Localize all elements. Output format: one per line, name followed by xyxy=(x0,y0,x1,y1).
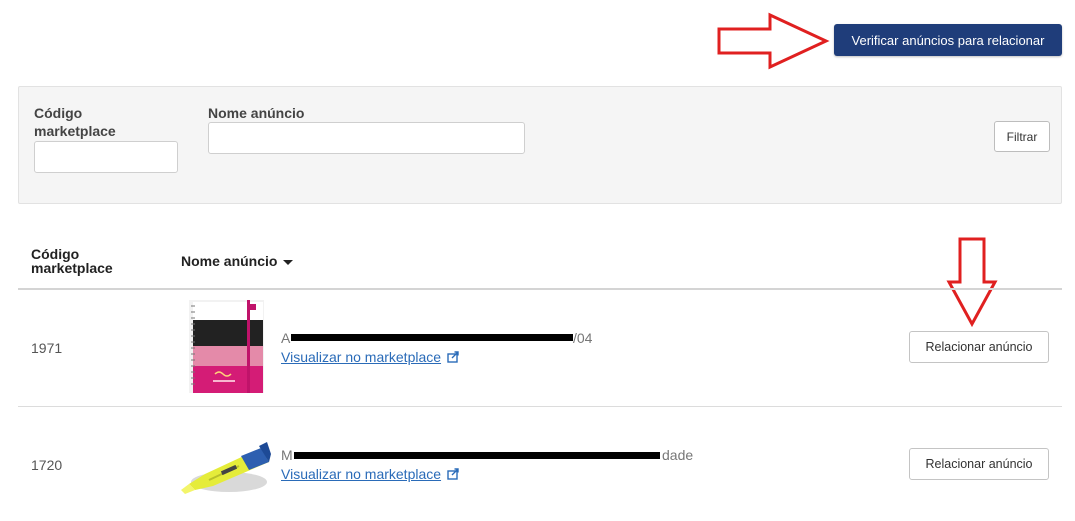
ad-title-start: A xyxy=(281,330,291,346)
notebook-thumbnail xyxy=(189,300,264,393)
code-filter-input[interactable] xyxy=(34,141,178,173)
sort-caret-icon xyxy=(283,259,294,265)
table-header-divider xyxy=(18,288,1062,290)
name-filter-label: Nome anúncio xyxy=(208,105,305,121)
row-code: 1720 xyxy=(31,457,63,473)
view-on-marketplace-label: Visualizar no marketplace xyxy=(281,349,442,365)
ad-title-start: M xyxy=(281,447,293,463)
view-on-marketplace-link[interactable]: Visualizar no marketplace xyxy=(281,466,460,482)
row-code: 1971 xyxy=(31,340,63,356)
name-column-header[interactable]: Nome anúncio xyxy=(181,253,294,269)
code-column-header: Código marketplace xyxy=(31,246,113,276)
ad-title-end: dade xyxy=(662,447,694,463)
relate-ad-button[interactable]: Relacionar anúncio xyxy=(909,331,1049,363)
redaction-bar xyxy=(294,452,660,459)
down-arrow-annotation-icon xyxy=(946,237,998,328)
highlighter-thumbnail xyxy=(181,420,271,510)
right-arrow-annotation-icon xyxy=(717,12,830,70)
external-link-icon xyxy=(447,351,459,363)
ad-title-end: /04 xyxy=(573,330,593,346)
redaction-bar xyxy=(291,334,573,341)
filter-button[interactable]: Filtrar xyxy=(994,121,1050,152)
view-on-marketplace-label: Visualizar no marketplace xyxy=(281,466,442,482)
external-link-icon xyxy=(447,468,459,480)
code-filter-label: Código marketplace xyxy=(34,105,116,139)
name-filter-input[interactable] xyxy=(208,122,525,154)
row-divider xyxy=(18,406,1062,407)
name-column-header-label: Nome anúncio xyxy=(181,253,278,269)
view-on-marketplace-link[interactable]: Visualizar no marketplace xyxy=(281,349,460,365)
filter-panel: Código marketplace Nome anúncio Filtrar xyxy=(18,86,1062,204)
relate-ad-button[interactable]: Relacionar anúncio xyxy=(909,448,1049,480)
verify-ads-button[interactable]: Verificar anúncios para relacionar xyxy=(834,24,1062,56)
